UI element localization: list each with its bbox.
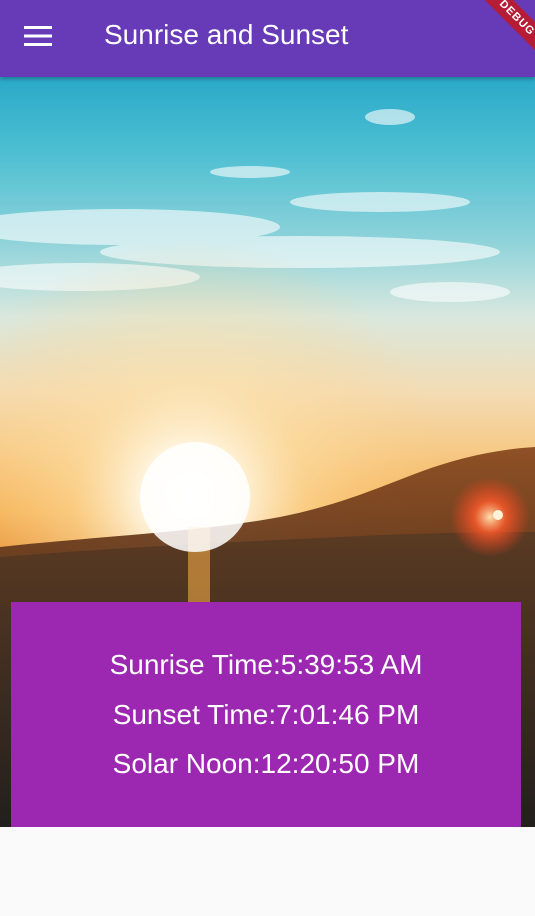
sunset-time: Sunset Time:7:01:46 PM (112, 699, 420, 730)
page-title: Sunrise and Sunset (104, 19, 349, 50)
sunrise-time: Sunrise Time:5:39:53 AM (109, 649, 423, 680)
sun-times-card: Sunrise Time:5:39:53 AM Sunset Time:7:01… (11, 602, 521, 827)
menu-icon (24, 26, 52, 46)
menu-button[interactable] (14, 14, 62, 58)
app-bar: Sunrise and Sunset (0, 0, 535, 77)
app-screen: Sunrise and Sunset DEBUG Sunrise Time:5:… (0, 0, 535, 916)
solar-noon-time: Solar Noon:12:20:50 PM (112, 748, 420, 779)
